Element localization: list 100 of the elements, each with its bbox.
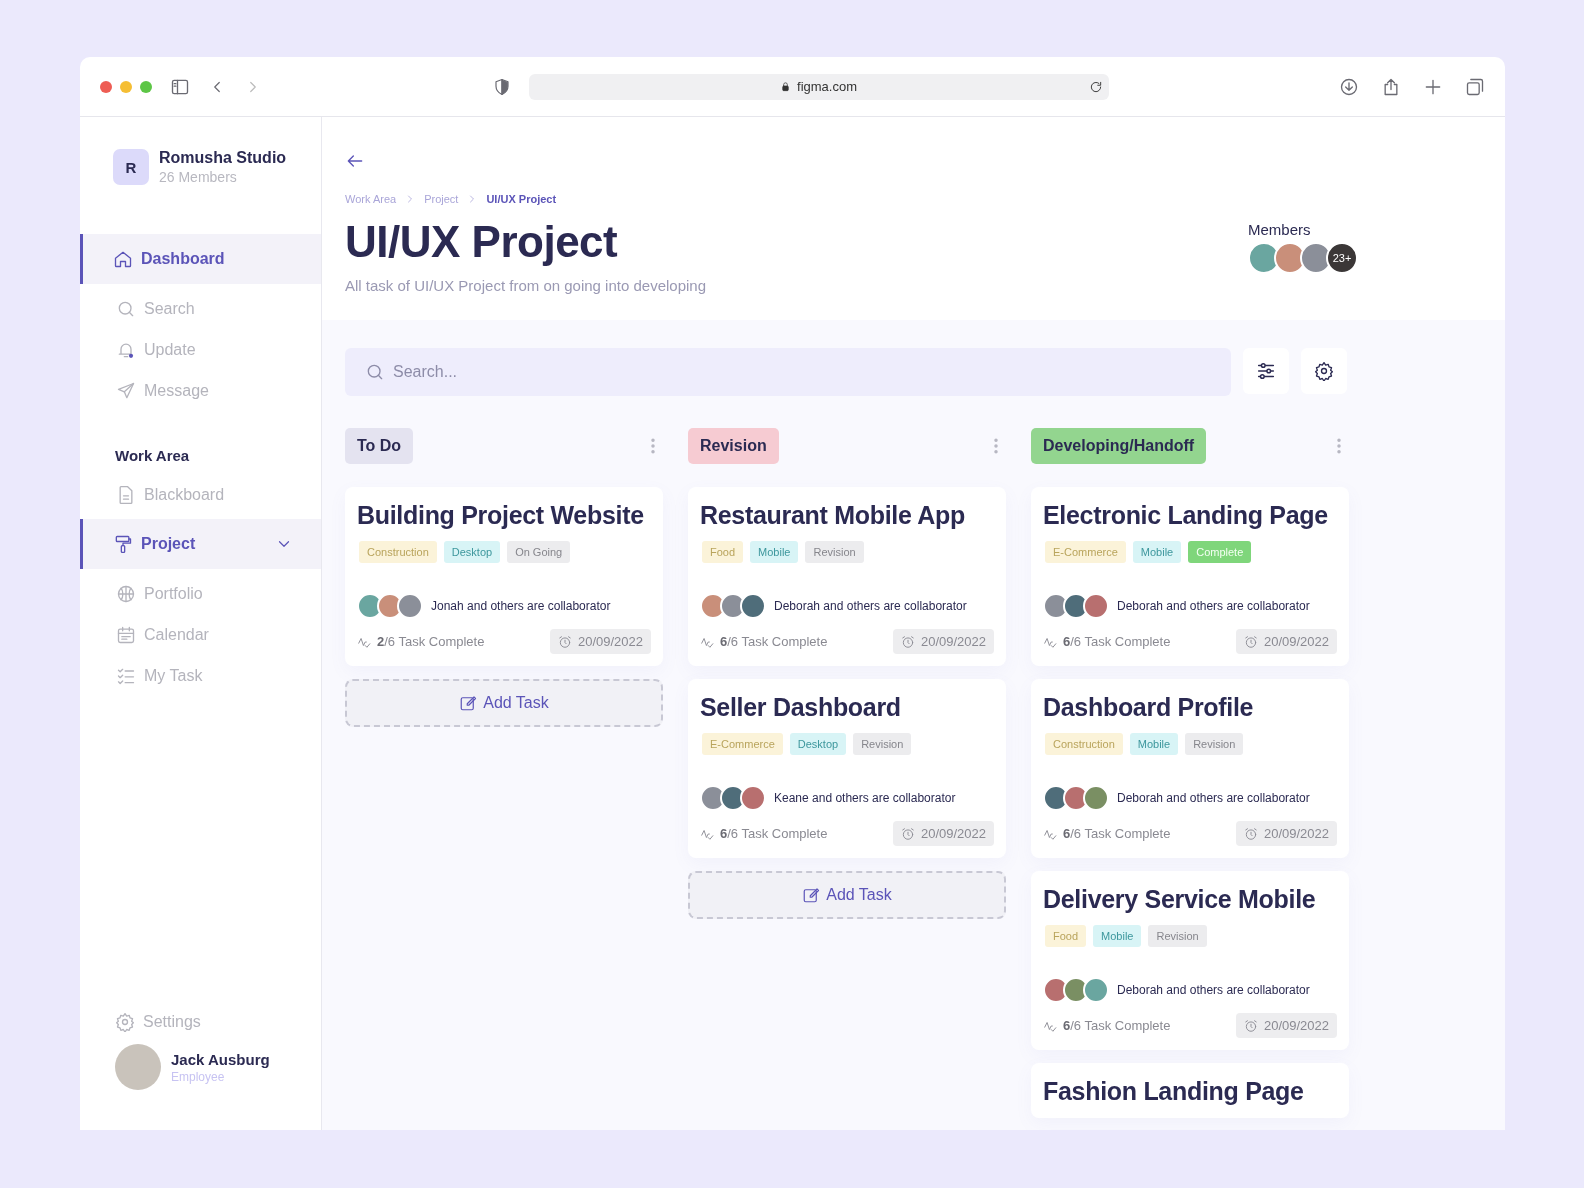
tag: E-Commerce [1045,541,1126,563]
ball-icon [116,583,136,604]
shield-icon[interactable] [492,77,511,96]
reload-icon[interactable] [1088,79,1103,94]
alarm-icon [900,826,915,841]
tag: Revision [1185,733,1244,755]
tag: Mobile [1129,733,1179,755]
address-bar[interactable]: figma.com [528,73,1109,100]
card-title: Seller Dashboard [700,693,902,722]
tag: Food [702,541,744,563]
sliders-icon [1255,360,1277,382]
task-card[interactable]: Dashboard Profile Construction Mobile Revision Deborah and others are collaborator 6/6 Task Complete 20/09/2022 [1031,679,1349,858]
progress-text: 6/6 Task Complete [1063,634,1171,649]
members-label: Members [1248,221,1312,238]
download-icon[interactable] [1339,76,1359,97]
avatar [1083,785,1109,811]
tag: Revision [853,733,912,755]
card-title: Dashboard Profile [1043,693,1255,722]
task-card[interactable]: Building Project Website Construction Desktop On Going Jonah and others are collaborator 2/6 Task Complete 20/09/2022 [345,487,663,666]
tag: Construction [1045,733,1123,755]
column-label: To Do [345,428,414,464]
collaborator-text: Deborah and others are collaborator [1117,983,1310,997]
avatar [740,785,766,811]
due-date: 20/09/2022 [1235,629,1337,654]
workspace-name: Romusha Studio [159,149,287,167]
avatar [1083,977,1109,1003]
column-label: Developing/Handoff [1031,428,1207,464]
member-count: 26 Members [159,169,238,185]
tag: Revision [805,541,864,563]
settings-button[interactable] [1301,348,1347,394]
alarm-icon [1243,1018,1258,1033]
filter-button[interactable] [1243,348,1289,394]
page-subtitle: All task of UI/UX Project from on going into developing [345,277,708,294]
tag: Mobile [1093,925,1142,947]
card-title: Fashion Landing Page [1043,1077,1305,1106]
collaborator-text: Deborah and others are collaborator [774,599,967,613]
calendar-icon [116,624,136,645]
progress-text: 6/6 Task Complete [720,826,828,841]
tag: Revision [1148,925,1207,947]
progress-text: 6/6 Task Complete [1063,826,1171,841]
document-icon [116,484,136,505]
task-card[interactable]: Seller Dashboard E-Commerce Desktop Revision Keane and others are collaborator 6/6 Task Complete 20/09/2022 [688,679,1006,858]
send-icon [116,380,136,401]
settings-icon [1314,361,1334,381]
avatar [1083,593,1109,619]
collaborator-text: Deborah and others are collaborator [1117,791,1310,805]
collaborator-text: Deborah and others are collaborator [1117,599,1310,613]
progress-text: 2/6 Task Complete [377,634,485,649]
task-card[interactable]: Restaurant Mobile App Food Mobile Revision Deborah and others are collaborator 6/6 Task Complete 20/09/2022 [688,487,1006,666]
page-title: UI/UX Project [345,217,619,267]
more-members-badge[interactable]: 23+ [1326,242,1358,274]
alarm-icon [1243,826,1258,841]
tag: Construction [359,541,437,563]
lock-icon [780,81,791,92]
tag: Complete [1188,541,1252,563]
progress-text: 6/6 Task Complete [1063,1018,1171,1033]
task-card[interactable]: Delivery Service Mobile Food Mobile Revision Deborah and others are collaborator 6/6 Task Complete 20/09/2022 [1031,871,1349,1050]
column-label: Revision [688,428,779,464]
due-date: 20/09/2022 [892,821,994,846]
tag: Desktop [789,733,847,755]
workspace-logo: R [113,149,149,185]
edit-icon [459,694,478,712]
collaborator-text: Keane and others are collaborator [774,791,956,805]
user-name: Jack Ausburg [171,1050,270,1068]
close-window-button[interactable] [100,80,112,93]
avatar [397,593,423,619]
due-date: 20/09/2022 [1235,1013,1337,1038]
section-title: Work Area [114,446,191,466]
tabs-overview-icon[interactable] [1465,76,1485,97]
card-title: Delivery Service Mobile [1043,885,1317,914]
tag: Mobile [1132,541,1182,563]
collaborator-text: Jonah and others are collaborator [431,599,611,613]
tag: E-Commerce [702,733,783,755]
user-role: Employee [171,1069,226,1084]
due-date: 20/09/2022 [549,629,651,654]
card-title: Restaurant Mobile App [700,501,966,530]
task-card[interactable]: Electronic Landing Page E-Commerce Mobile Complete Deborah and others are collaborator 6/6 Task Complete 20/09/2022 [1031,487,1349,666]
add-task-button[interactable]: Add Task [345,679,663,727]
search-field[interactable]: Search... [345,348,1231,396]
tag: Desktop [443,541,501,563]
breadcrumb-link[interactable]: UI/UX Project [486,193,557,205]
settings-icon [115,1012,135,1032]
user-photo-placeholder [115,1044,161,1090]
home-icon [113,249,133,269]
tag: Mobile [750,541,799,563]
paint-roller-icon [113,534,133,554]
due-date: 20/09/2022 [892,629,994,654]
card-title: Electronic Landing Page [1043,501,1329,530]
alarm-icon [557,634,572,649]
alarm-icon [900,634,915,649]
add-task-button[interactable]: Add Task [688,871,1006,919]
avatar [740,593,766,619]
edit-icon [802,886,821,904]
sidebar-item[interactable]: Project [80,519,321,569]
task-card[interactable]: Fashion Landing Page [1031,1063,1349,1118]
tag: On Going [507,541,571,563]
alarm-icon [1243,634,1258,649]
card-title: Building Project Website [357,501,645,530]
due-date: 20/09/2022 [1235,821,1337,846]
sidebar-item[interactable]: Dashboard [80,234,321,284]
